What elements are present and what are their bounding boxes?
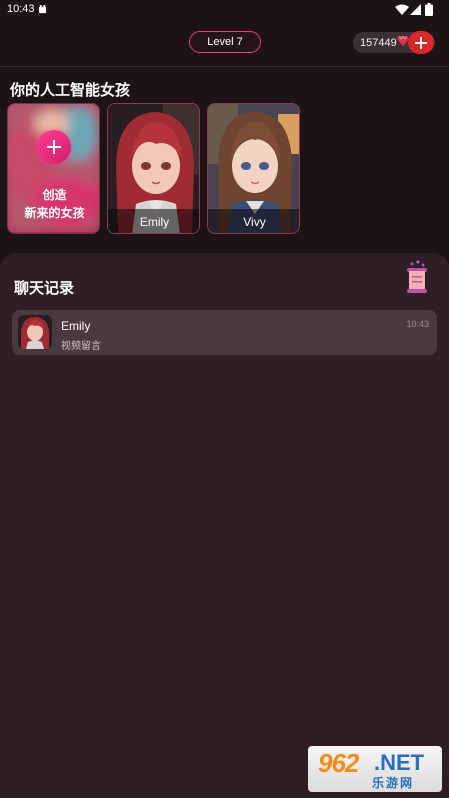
status-bar: 10:43 <box>0 0 449 20</box>
header-divider <box>0 66 449 67</box>
wifi-icon <box>395 4 409 15</box>
chat-last-message: 视频留言 <box>61 341 101 352</box>
character-card-vivy[interactable]: Vivy <box>207 103 300 234</box>
girls-section-title: 你的人工智能女孩 <box>10 82 131 99</box>
signal-icon <box>410 4 421 15</box>
chat-contact-name: Emily <box>61 319 91 333</box>
watermark-number: 962 <box>318 748 359 778</box>
add-coins-button[interactable] <box>408 31 434 54</box>
create-plus-icon <box>37 130 71 164</box>
watermark-suffix: .NET <box>374 750 425 775</box>
character-card-emily[interactable]: Emily <box>107 103 200 234</box>
coin-count: 157449 <box>360 37 397 49</box>
plus-icon <box>415 36 427 49</box>
status-time: 10:43 <box>7 3 35 15</box>
app-notification-icon <box>38 5 47 14</box>
chat-history-panel: 聊天记录 Emily 视频留言 10:43 <box>0 253 449 798</box>
chat-timestamp: 10:43 <box>406 319 429 329</box>
create-card-label-line1: 创造 <box>42 188 67 202</box>
create-card-label-line2: 新来的女孩 <box>24 206 85 220</box>
watermark-chinese: 乐游网 <box>372 776 415 790</box>
battery-icon <box>425 3 433 16</box>
app-screen: 10:43 Level 7 157449 你的人工智能女孩 创造 新来的女孩 E… <box>0 0 449 798</box>
chat-history-title: 聊天记录 <box>14 280 75 297</box>
chat-row-emily[interactable]: Emily 视频留言 10:43 <box>12 310 437 355</box>
character-name: Emily <box>139 215 170 229</box>
scroll-icon[interactable] <box>404 260 430 296</box>
level-badge[interactable]: Level 7 <box>189 31 261 53</box>
avatar <box>18 315 52 349</box>
create-girl-card[interactable]: 创造 新来的女孩 <box>7 103 100 234</box>
watermark-logo: 962 .NET 乐游网 <box>308 746 442 792</box>
character-name: Vivy <box>243 215 266 229</box>
